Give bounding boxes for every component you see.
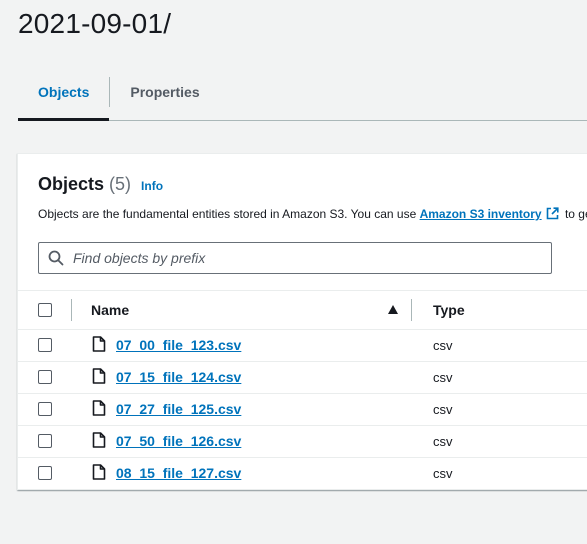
- page-title: 2021-09-01/: [18, 8, 172, 39]
- column-divider: [71, 299, 72, 321]
- table-row[interactable]: 07_50_file_126.csv csv: [18, 425, 587, 458]
- objects-panel: Objects (5) Info Objects are the fundame…: [17, 153, 587, 490]
- file-name-link[interactable]: 07_50_file_126.csv: [116, 433, 241, 449]
- file-name-link[interactable]: 07_15_file_124.csv: [116, 369, 241, 385]
- tab-bar: Objects Properties: [18, 64, 587, 121]
- column-resize-handle[interactable]: [411, 299, 412, 321]
- row-checkbox[interactable]: [38, 466, 52, 480]
- row-checkbox[interactable]: [38, 338, 52, 352]
- file-icon: [92, 464, 106, 480]
- search-box: [38, 242, 552, 274]
- file-name-link[interactable]: 07_27_file_125.csv: [116, 401, 241, 417]
- row-checkbox[interactable]: [38, 370, 52, 384]
- panel-description: Objects are the fundamental entities sto…: [38, 207, 587, 221]
- description-text-suffix: to ge: [564, 207, 587, 221]
- table-row[interactable]: 07_27_file_125.csv csv: [18, 393, 587, 426]
- file-icon: [92, 368, 106, 384]
- row-checkbox[interactable]: [38, 434, 52, 448]
- select-all-checkbox[interactable]: [38, 303, 52, 317]
- panel-header: Objects (5) Info: [38, 174, 163, 195]
- s3-inventory-link[interactable]: Amazon S3 inventory: [420, 207, 542, 221]
- tab-properties[interactable]: Properties: [110, 64, 219, 120]
- column-header-name[interactable]: Name: [91, 302, 129, 318]
- sort-ascending-icon[interactable]: [388, 305, 398, 314]
- search-input[interactable]: [71, 249, 515, 267]
- file-type: csv: [433, 370, 453, 385]
- file-name-link[interactable]: 07_00_file_123.csv: [116, 337, 241, 353]
- file-type: csv: [433, 466, 453, 481]
- info-link[interactable]: Info: [141, 179, 163, 193]
- file-icon: [92, 400, 106, 416]
- table-row[interactable]: 07_00_file_123.csv csv: [18, 329, 587, 362]
- external-link-icon[interactable]: [546, 207, 559, 220]
- object-count: (5): [109, 174, 132, 194]
- table-row[interactable]: 08_15_file_127.csv csv: [18, 457, 587, 490]
- table-header: Name Type: [18, 290, 587, 330]
- file-type: csv: [433, 402, 453, 417]
- tab-objects[interactable]: Objects: [18, 64, 110, 121]
- row-checkbox[interactable]: [38, 402, 52, 416]
- panel-title: Objects: [38, 174, 105, 194]
- file-type: csv: [433, 338, 453, 353]
- search-icon: [48, 250, 64, 266]
- column-header-type[interactable]: Type: [433, 302, 465, 318]
- file-icon: [92, 336, 106, 352]
- description-text: Objects are the fundamental entities sto…: [38, 207, 420, 221]
- table-row[interactable]: 07_15_file_124.csv csv: [18, 361, 587, 394]
- file-name-link[interactable]: 08_15_file_127.csv: [116, 465, 241, 481]
- file-icon: [92, 432, 106, 448]
- file-type: csv: [433, 434, 453, 449]
